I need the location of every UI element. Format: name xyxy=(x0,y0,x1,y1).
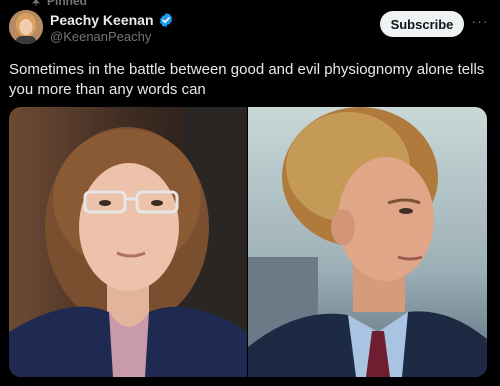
verified-badge-icon xyxy=(158,12,174,28)
pin-icon xyxy=(31,0,41,6)
subscribe-button[interactable]: Subscribe xyxy=(380,11,464,37)
author-display-name[interactable]: Peachy Keenan xyxy=(50,12,154,28)
author-handle[interactable]: @KeenanPeachy xyxy=(50,29,151,44)
pinned-label: Pinned xyxy=(47,0,88,8)
avatar[interactable] xyxy=(9,10,43,44)
photo-man[interactable] xyxy=(248,107,487,377)
more-horizontal-icon[interactable]: ··· xyxy=(471,14,489,30)
author-name-row[interactable]: Peachy Keenan xyxy=(50,12,174,28)
tweet-text: Sometimes in the battle between good and… xyxy=(9,61,485,98)
photo-woman[interactable] xyxy=(9,107,247,377)
pinned-indicator: Pinned xyxy=(31,0,87,8)
tweet-media[interactable] xyxy=(9,107,487,377)
